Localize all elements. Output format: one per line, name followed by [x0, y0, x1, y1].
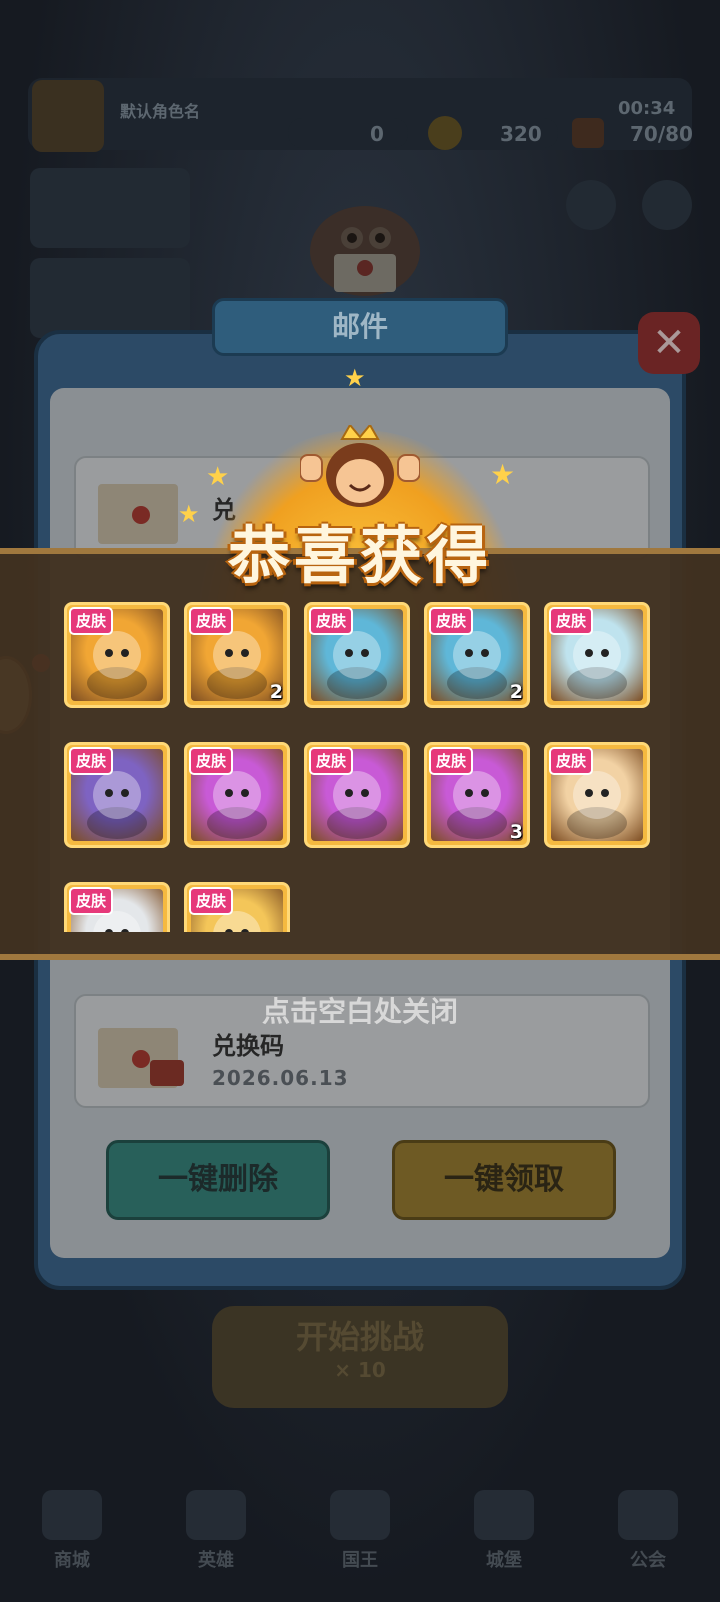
skin-tag: 皮肤: [429, 747, 474, 775]
skin-tag: 皮肤: [189, 887, 234, 915]
star-icon: ★: [490, 458, 516, 491]
gem-counter: [288, 118, 408, 148]
timer: 00:34: [618, 98, 676, 119]
reward-card[interactable]: 皮肤: [544, 742, 650, 848]
delete-all-label: 一键删除: [158, 1162, 278, 1197]
coin-icon: [428, 116, 462, 150]
reward-card[interactable]: 皮肤 2: [424, 602, 530, 708]
reward-card[interactable]: 皮肤: [544, 602, 650, 708]
reward-title: 恭喜获得: [227, 519, 492, 592]
claim-all-label: 一键领取: [444, 1162, 564, 1197]
energy-icon: [572, 118, 604, 148]
reward-card[interactable]: 皮肤: [64, 742, 170, 848]
coin-count: 320: [500, 122, 542, 146]
mail-item-name: 兑换码: [212, 1032, 284, 1060]
shop-icon: [42, 1490, 102, 1540]
skin-tag: 皮肤: [189, 747, 234, 775]
skin-tag: 皮肤: [429, 607, 474, 635]
reward-card[interactable]: 皮肤: [304, 602, 410, 708]
star-icon: ★: [206, 462, 230, 492]
skin-tag: 皮肤: [189, 607, 234, 635]
owl-mascot-icon: [290, 196, 440, 296]
side-icon-1[interactable]: [566, 180, 616, 230]
energy-count: 70/80: [630, 122, 693, 146]
nav-heroes[interactable]: 英雄: [166, 1490, 266, 1602]
mail-item-date: 2026.06.13: [212, 1066, 349, 1090]
claim-all-button[interactable]: 一键领取: [392, 1140, 616, 1220]
wax-seal-icon: [132, 1050, 150, 1068]
skin-tag: 皮肤: [549, 607, 594, 635]
reward-card[interactable]: 皮肤: [184, 882, 290, 932]
delete-all-button[interactable]: 一键删除: [106, 1140, 330, 1220]
bottom-nav: 商城 英雄 国王 城堡 公会: [0, 1490, 720, 1602]
hero-icon: [186, 1490, 246, 1540]
skin-tag: 皮肤: [309, 747, 354, 775]
reward-count: 2: [269, 681, 283, 703]
reward-card[interactable]: 皮肤: [64, 882, 170, 932]
gem-count: 0: [370, 122, 384, 146]
guild-icon: [618, 1490, 678, 1540]
reward-card[interactable]: 皮肤 3: [424, 742, 530, 848]
skin-tag: 皮肤: [309, 607, 354, 635]
start-challenge-cost: × 10: [334, 1358, 386, 1382]
skin-tag: 皮肤: [69, 747, 114, 775]
skin-tag: 皮肤: [69, 887, 114, 915]
reward-card[interactable]: 皮肤 2: [184, 602, 290, 708]
player-name: 默认角色名: [120, 102, 201, 121]
star-icon: ★: [344, 364, 366, 392]
reward-card[interactable]: 皮肤: [184, 742, 290, 848]
start-challenge-label: 开始挑战: [295, 1318, 424, 1356]
avatar[interactable]: [32, 80, 104, 152]
event-banner-2[interactable]: [30, 258, 190, 338]
nav-castle[interactable]: 城堡: [454, 1490, 554, 1602]
nav-guild[interactable]: 公会: [598, 1490, 698, 1602]
reward-card[interactable]: 皮肤: [64, 602, 170, 708]
close-icon[interactable]: ✕: [638, 312, 700, 374]
crown-icon: [330, 1490, 390, 1540]
event-banner-1[interactable]: [30, 168, 190, 248]
reward-count: 2: [509, 681, 523, 703]
nav-shop[interactable]: 商城: [22, 1490, 122, 1602]
close-hint[interactable]: 点击空白处关闭: [0, 990, 720, 1030]
banner-bottom-edge: [0, 954, 720, 960]
wax-seal-icon: [132, 506, 150, 524]
reward-count: 3: [509, 821, 523, 843]
skin-tag: 皮肤: [69, 607, 114, 635]
castle-icon: [474, 1490, 534, 1540]
skin-tag: 皮肤: [549, 747, 594, 775]
nav-king[interactable]: 国王: [310, 1490, 410, 1602]
side-icon-2[interactable]: [642, 180, 692, 230]
reward-card[interactable]: 皮肤: [304, 742, 410, 848]
chest-icon: [150, 1060, 184, 1086]
mail-title: 邮件: [331, 310, 388, 343]
